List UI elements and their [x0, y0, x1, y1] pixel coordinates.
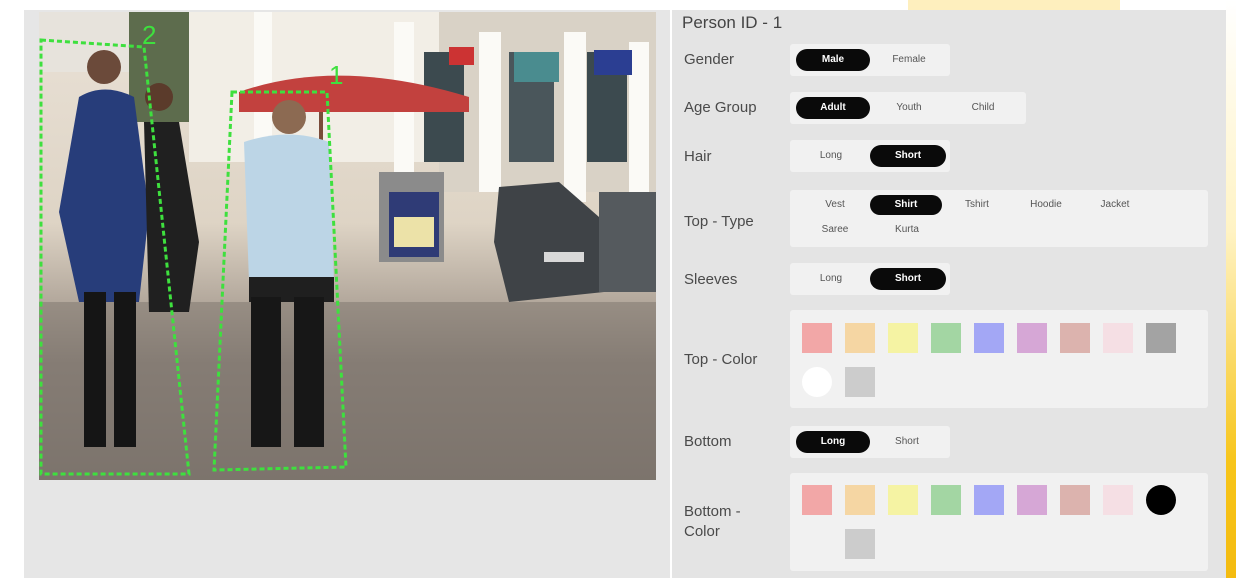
top-color-swatch[interactable]	[1017, 323, 1047, 353]
top-color-swatch[interactable]	[845, 323, 875, 353]
top-color-swatch[interactable]	[802, 323, 832, 353]
age-option-child[interactable]: Child	[948, 97, 1018, 119]
attribute-form: Person ID - 1 Gender Male Female Age Gro…	[672, 10, 1226, 578]
bottom-color-swatch[interactable]	[802, 485, 832, 515]
top-type-label: Top - Type	[684, 213, 754, 230]
yellow-decor-top	[908, 0, 1120, 10]
top-color-swatch[interactable]	[931, 323, 961, 353]
hair-label: Hair	[684, 148, 712, 165]
hair-option-short[interactable]: Short	[870, 145, 946, 167]
bottom-option-short[interactable]: Short	[876, 431, 938, 453]
gender-option-male[interactable]: Male	[796, 49, 870, 71]
sleeves-label: Sleeves	[684, 271, 738, 288]
top-type-option-saree[interactable]: Saree	[806, 221, 864, 239]
top-type-option-shirt[interactable]: Shirt	[870, 195, 942, 215]
top-color-swatch[interactable]	[802, 367, 832, 397]
bottom-color-swatch[interactable]	[1017, 485, 1047, 515]
bottom-color-swatch[interactable]	[931, 485, 961, 515]
yellow-decor-right	[1226, 0, 1236, 578]
video-frame[interactable]: 2 1	[39, 12, 656, 480]
top-color-label: Top - Color	[684, 351, 758, 368]
gender-label: Gender	[684, 51, 735, 68]
top-color-swatch[interactable]	[1060, 323, 1090, 353]
bottom-color-swatch[interactable]	[1146, 485, 1176, 515]
bottom-color-swatch[interactable]	[1060, 485, 1090, 515]
bottom-color-swatch[interactable]	[845, 485, 875, 515]
age-group-label: Age Group	[684, 99, 757, 116]
top-type-option-hoodie[interactable]: Hoodie	[1016, 196, 1076, 214]
age-option-youth[interactable]: Youth	[874, 97, 944, 119]
bottom-color-swatch[interactable]	[888, 485, 918, 515]
top-type-option-kurta[interactable]: Kurta	[876, 221, 938, 239]
person-id-title: Person ID - 1	[682, 13, 783, 32]
bottom-color-swatch[interactable]	[802, 529, 832, 559]
bottom-color-swatch[interactable]	[1103, 485, 1133, 515]
top-type-option-jacket[interactable]: Jacket	[1084, 196, 1146, 214]
top-color-swatch[interactable]	[1146, 323, 1176, 353]
top-type-option-tshirt[interactable]: Tshirt	[948, 196, 1006, 214]
top-color-swatch[interactable]	[974, 323, 1004, 353]
bbox-label-2: 2	[142, 20, 157, 50]
bbox-label-1: 1	[329, 60, 344, 90]
top-type-option-vest[interactable]: Vest	[806, 196, 864, 214]
top-color-swatch[interactable]	[845, 367, 875, 397]
scene-illustration	[39, 12, 656, 480]
bottom-option-long[interactable]: Long	[796, 431, 870, 453]
sleeves-option-long[interactable]: Long	[796, 268, 866, 290]
age-option-adult[interactable]: Adult	[796, 97, 870, 119]
gender-option-female[interactable]: Female	[876, 49, 942, 71]
sleeves-option-short[interactable]: Short	[870, 268, 946, 290]
bottom-color-swatch[interactable]	[845, 529, 875, 559]
bottom-label: Bottom	[684, 433, 732, 450]
bottom-color-label: Bottom - Color	[684, 503, 741, 540]
hair-option-long[interactable]: Long	[796, 145, 866, 167]
top-color-swatch[interactable]	[888, 323, 918, 353]
top-color-swatch[interactable]	[1103, 323, 1133, 353]
bottom-color-swatch[interactable]	[974, 485, 1004, 515]
